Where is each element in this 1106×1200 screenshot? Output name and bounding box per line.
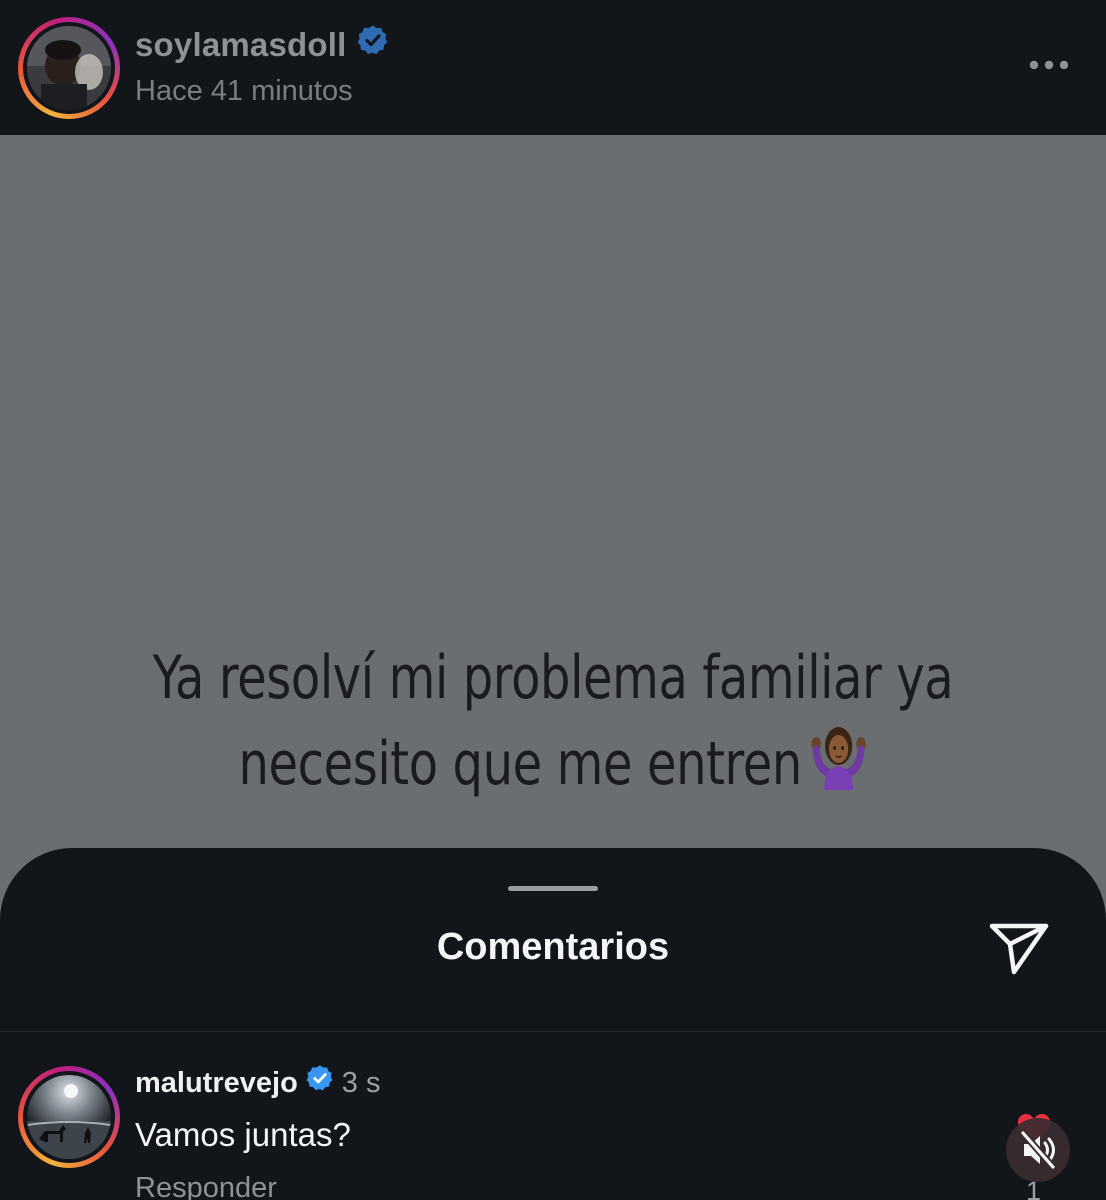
story-timestamp: Hace 41 minutos — [135, 75, 353, 107]
comment-time: 3 s — [341, 1067, 381, 1099]
verified-badge-icon — [357, 24, 389, 64]
comment-avatar[interactable] — [18, 1066, 120, 1168]
avatar-photo — [27, 26, 111, 110]
story-avatar[interactable] — [18, 17, 120, 119]
speaker-muted-icon — [1019, 1129, 1057, 1171]
mute-button[interactable] — [1006, 1118, 1070, 1182]
send-icon — [989, 923, 1049, 975]
more-horizontal-icon — [1029, 60, 1069, 70]
story-username[interactable]: soylamasdoll — [135, 24, 389, 64]
person-shrugging-emoji-icon — [810, 724, 868, 813]
comments-title: Comentarios — [436, 926, 670, 968]
verified-badge-icon — [306, 1064, 334, 1100]
sheet-divider — [0, 1031, 1106, 1032]
reply-button[interactable]: Responder — [135, 1172, 277, 1200]
more-options-button[interactable] — [1024, 52, 1076, 78]
story-caption-line1: Ya resolví mi problema familiar ya — [152, 643, 954, 713]
comment-avatar-photo — [27, 1075, 111, 1159]
sheet-drag-handle[interactable] — [508, 886, 598, 891]
comment-username[interactable]: malutrevejo 3 s — [135, 1064, 381, 1100]
instagram-story-screen: soylamasdoll Hace 41 minutos Ya resolví … — [0, 0, 1106, 1200]
story-caption-line2: necesito que me entren — [143, 721, 964, 813]
share-button[interactable] — [988, 920, 1050, 978]
story-header: soylamasdoll Hace 41 minutos — [0, 0, 1106, 135]
story-caption: Ya resolví mi problema familiar ya neces… — [143, 635, 964, 813]
comment-text: Vamos juntas? — [135, 1116, 351, 1153]
